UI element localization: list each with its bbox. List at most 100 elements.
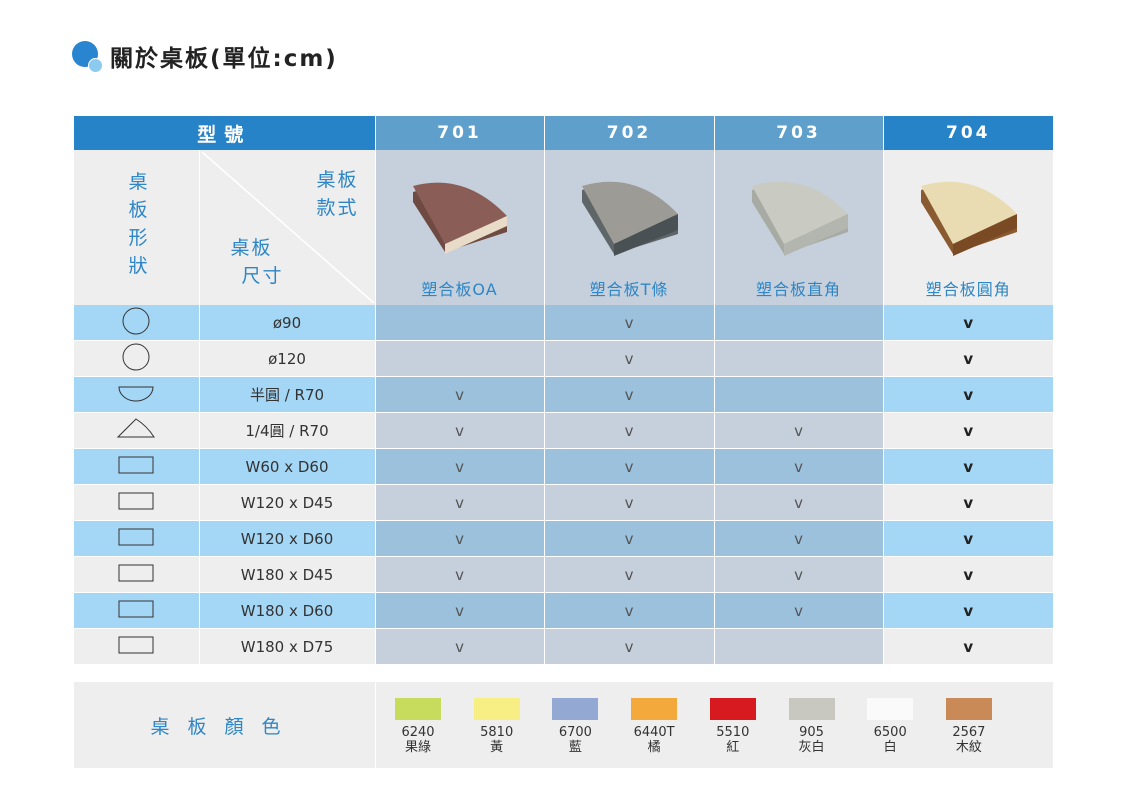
color-panel: 桌板顏色 6240 果綠 5810 黃 6700 藍 6440T 橘 5510 紅 905 灰白 650… <box>74 682 1053 768</box>
quarter-circle-shape-icon <box>117 417 156 437</box>
material-702: 塑合板T條 <box>544 150 715 305</box>
shape-column-label: 桌 板 形 狀 <box>74 150 200 305</box>
availability-cell-703: v <box>714 592 884 629</box>
model-header-label: 型號 <box>74 116 376 150</box>
table-row: 半圓 / R70 v v v <box>74 376 1054 413</box>
availability-cell-701: v <box>375 412 545 449</box>
color-name: 果綠 <box>404 740 431 755</box>
model-703-header: 703 <box>714 116 884 150</box>
color-name: 紅 <box>726 740 740 755</box>
availability-cell-704: v <box>883 628 1054 665</box>
material-label: 塑合板直角 <box>756 279 842 299</box>
shape-cell <box>74 520 200 557</box>
size-cell: W180 x D75 <box>199 628 376 665</box>
color-code: 6240 <box>401 725 435 740</box>
color-chip <box>552 698 599 720</box>
availability-cell-702: v <box>544 592 715 629</box>
header-row: 型號 701 702 703 704 <box>74 116 1054 150</box>
availability-cell-701 <box>375 305 545 341</box>
availability-cell-701: v <box>375 484 545 521</box>
rectangle-shape-icon <box>118 492 154 509</box>
laminate-sample-light-gray-icon <box>751 181 848 256</box>
size-cell: ø120 <box>199 340 376 377</box>
style-axis-label: 桌板 款式 <box>316 169 359 219</box>
shape-cell <box>74 340 200 377</box>
shape-cell <box>74 376 200 413</box>
availability-cell-702: v <box>544 376 715 413</box>
spec-table: 型號 701 702 703 704 桌 板 形 狀 桌板 款式 桌板 尺寸 塑… <box>74 116 1054 665</box>
color-name: 藍 <box>568 740 582 755</box>
availability-cell-703 <box>714 376 884 413</box>
table-row: W60 x D60 v v v v <box>74 448 1054 485</box>
color-chip <box>867 698 914 720</box>
availability-cell-702: v <box>544 520 715 557</box>
size-cell: 半圓 / R70 <box>199 376 376 413</box>
availability-cell-704: v <box>883 305 1054 341</box>
availability-cell-703: v <box>714 520 884 557</box>
rectangle-shape-icon <box>118 564 154 581</box>
rectangle-shape-icon <box>118 528 154 545</box>
size-cell: W120 x D45 <box>199 484 376 521</box>
color-section-label: 桌板顏色 <box>74 682 376 768</box>
table-row: W120 x D45 v v v v <box>74 484 1054 521</box>
color-swatch: 5810 黃 <box>457 698 537 756</box>
size-axis-label: 桌板 尺寸 <box>230 237 284 287</box>
model-701-header: 701 <box>375 116 545 150</box>
color-swatch: 6500 白 <box>850 698 930 756</box>
availability-cell-704: v <box>883 484 1054 521</box>
color-swatch: 6440T 橘 <box>614 698 694 756</box>
shape-cell <box>74 556 200 593</box>
color-chip <box>709 698 756 720</box>
color-chip <box>945 698 992 720</box>
table-row: W120 x D60 v v v v <box>74 520 1054 557</box>
availability-cell-703: v <box>714 412 884 449</box>
size-cell: 1/4圓 / R70 <box>199 412 376 449</box>
color-name: 黃 <box>490 740 504 755</box>
rectangle-shape-icon <box>118 456 154 473</box>
shape-cell <box>74 412 200 449</box>
color-name: 白 <box>883 740 897 755</box>
availability-cell-703 <box>714 305 884 341</box>
availability-cell-703 <box>714 628 884 665</box>
size-cell: W120 x D60 <box>199 520 376 557</box>
half-circle-shape-icon <box>118 386 154 401</box>
table-row: W180 x D75 v v v <box>74 628 1054 665</box>
availability-cell-701: v <box>375 556 545 593</box>
table-row: W180 x D60 v v v v <box>74 592 1054 629</box>
shape-cell <box>74 448 200 485</box>
bullet-dot-icon <box>72 41 103 73</box>
availability-cell-704: v <box>883 592 1054 629</box>
availability-cell-703: v <box>714 556 884 593</box>
page-title: 關於桌板(單位:cm) <box>110 46 338 72</box>
shape-cell <box>74 628 200 665</box>
availability-cell-702: v <box>544 412 715 449</box>
section-title: 關於桌板(單位:cm) <box>72 38 338 74</box>
availability-cell-703: v <box>714 448 884 485</box>
color-swatch: 5510 紅 <box>693 698 773 756</box>
availability-cell-703: v <box>714 484 884 521</box>
availability-cell-703 <box>714 340 884 377</box>
table-row: 1/4圓 / R70 v v v v <box>74 412 1054 449</box>
circle-shape-icon <box>122 307 150 334</box>
availability-cell-701: v <box>375 520 545 557</box>
size-cell: W60 x D60 <box>199 448 376 485</box>
table-row: ø90 v v <box>74 305 1054 341</box>
color-code: 905 <box>799 725 824 740</box>
color-code: 2567 <box>952 725 986 740</box>
availability-cell-702: v <box>544 484 715 521</box>
availability-cell-701: v <box>375 592 545 629</box>
shape-cell <box>74 484 200 521</box>
color-chip <box>788 698 835 720</box>
color-name: 灰白 <box>798 740 825 755</box>
material-704: 塑合板圓角 <box>883 150 1054 305</box>
rectangle-shape-icon <box>118 600 154 617</box>
color-code: 6440T <box>633 725 675 740</box>
color-swatch: 6240 果綠 <box>378 698 458 756</box>
material-label: 塑合板T條 <box>589 279 669 299</box>
availability-cell-704: v <box>883 340 1054 377</box>
shape-label-char: 形 <box>128 227 148 249</box>
material-701: 塑合板OA <box>375 150 545 305</box>
availability-cell-701: v <box>375 628 545 665</box>
availability-cell-701: v <box>375 376 545 413</box>
availability-cell-704: v <box>883 448 1054 485</box>
